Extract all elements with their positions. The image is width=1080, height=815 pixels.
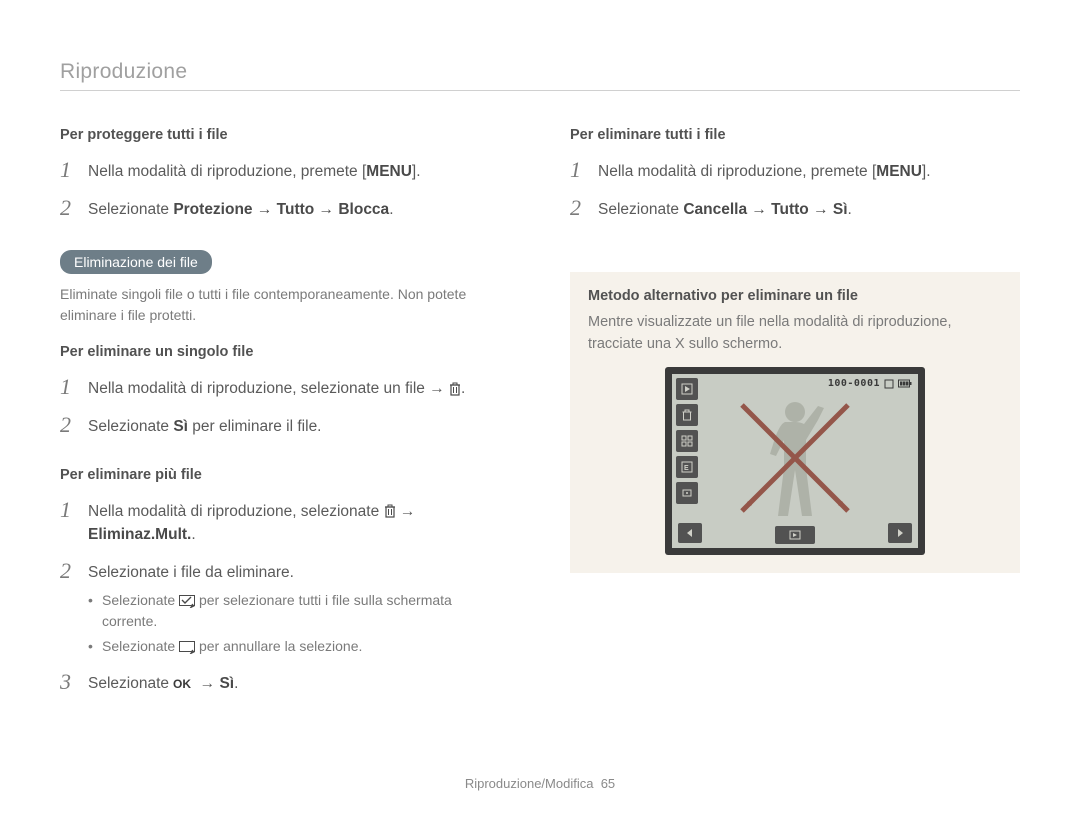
text: . bbox=[848, 201, 852, 218]
delete-files-section: Eliminazione dei file Eliminate singoli … bbox=[60, 250, 510, 326]
step-text: Selezionate Protezione → Tutto → Blocca. bbox=[88, 195, 394, 221]
delete-single-step-1: 1 Nella modalità di riproduzione, selezi… bbox=[60, 374, 510, 400]
battery-icon bbox=[898, 379, 912, 388]
delete-multi-step-3: 3 Selezionate OK → Sì. bbox=[60, 669, 510, 695]
bullet-item: • Selezionate per selezionare tutti i fi… bbox=[88, 590, 510, 632]
memory-icon bbox=[884, 379, 894, 389]
step-text: Selezionate OK → Sì. bbox=[88, 669, 238, 695]
page-footer: Riproduzione/Modifica 65 bbox=[0, 776, 1080, 791]
edit-icon[interactable]: E bbox=[676, 456, 698, 478]
text: Nella modalità di riproduzione, premete … bbox=[598, 163, 876, 180]
bullets: • Selezionate per selezionare tutti i fi… bbox=[88, 590, 510, 657]
text: → bbox=[396, 503, 416, 520]
multi-delete-label: Eliminaz.Mult. bbox=[88, 526, 191, 543]
text: Selezionate bbox=[88, 418, 173, 435]
page-title: Riproduzione bbox=[60, 60, 1020, 91]
step-text: Nella modalità di riproduzione, selezion… bbox=[88, 497, 415, 547]
step-text: Nella modalità di riproduzione, premete … bbox=[88, 157, 421, 183]
play-icon[interactable] bbox=[676, 378, 698, 400]
text: . bbox=[389, 201, 393, 218]
text: → bbox=[195, 675, 219, 692]
delete-all-step-1: 1 Nella modalità di riproduzione, premet… bbox=[570, 157, 1020, 183]
right-column: Per eliminare tutti i file 1 Nella modal… bbox=[570, 127, 1020, 708]
svg-text:E: E bbox=[684, 465, 689, 472]
text: Selezionate bbox=[88, 201, 173, 218]
left-column: Per proteggere tutti i file 1 Nella moda… bbox=[60, 127, 510, 708]
menu-label: MENU bbox=[366, 163, 412, 180]
content-columns: Per proteggere tutti i file 1 Nella moda… bbox=[60, 127, 1020, 708]
grid-icon[interactable] bbox=[676, 430, 698, 452]
alt-method-heading: Metodo alternativo per eliminare un file bbox=[588, 288, 1002, 304]
text: per eliminare il file. bbox=[188, 418, 322, 435]
step-text: Selezionate Cancella → Tutto → Sì. bbox=[598, 195, 852, 221]
step-text: Selezionate i file da eliminare. bbox=[88, 558, 294, 584]
text: Selezionate bbox=[102, 638, 179, 654]
delete-single-step-2: 2 Selezionate Sì per eliminare il file. bbox=[60, 412, 510, 438]
text: ]. bbox=[922, 163, 931, 180]
text: . bbox=[234, 675, 238, 692]
step-number: 1 bbox=[60, 497, 88, 523]
yes-label: Sì bbox=[219, 675, 234, 692]
camera-screen: 100-0001 E bbox=[665, 367, 925, 555]
menu-label: MENU bbox=[876, 163, 922, 180]
bullet-dot: • bbox=[88, 636, 102, 657]
x-gesture bbox=[730, 393, 860, 523]
bullet-dot: • bbox=[88, 590, 102, 632]
trash-icon bbox=[384, 504, 396, 518]
home-button[interactable] bbox=[775, 526, 815, 544]
delete-all-step-2: 2 Selezionate Cancella → Tutto → Sì. bbox=[570, 195, 1020, 221]
step-number: 1 bbox=[60, 157, 88, 183]
step-text: Nella modalità di riproduzione, premete … bbox=[598, 157, 931, 183]
ok-icon: OK bbox=[173, 678, 195, 690]
step-number: 2 bbox=[60, 558, 88, 584]
text: Selezionate bbox=[102, 592, 179, 608]
text: Nella modalità di riproduzione, selezion… bbox=[88, 503, 384, 520]
protect-all-heading: Per proteggere tutti i file bbox=[60, 127, 510, 143]
svg-text:OK: OK bbox=[173, 678, 191, 690]
step-number: 2 bbox=[60, 412, 88, 438]
text: ]. bbox=[412, 163, 421, 180]
delete-multi-heading: Per eliminare più file bbox=[60, 467, 510, 483]
slideshow-icon[interactable] bbox=[676, 482, 698, 504]
select-all-icon bbox=[179, 595, 195, 608]
text: Selezionate bbox=[598, 201, 683, 218]
protect-step-1: 1 Nella modalità di riproduzione, premet… bbox=[60, 157, 510, 183]
step-text: Nella modalità di riproduzione, selezion… bbox=[88, 374, 465, 400]
delete-single-heading: Per eliminare un singolo file bbox=[60, 344, 510, 360]
protect-step-2: 2 Selezionate Protezione → Tutto → Blocc… bbox=[60, 195, 510, 221]
prev-button[interactable] bbox=[678, 523, 702, 543]
delete-files-pill: Eliminazione dei file bbox=[60, 250, 212, 274]
step-text: Selezionate Sì per eliminare il file. bbox=[88, 412, 322, 438]
path-label: Protezione → Tutto → Blocca bbox=[173, 201, 389, 218]
alt-method-text: Mentre visualizzate un file nella modali… bbox=[588, 312, 1002, 356]
text: Nella modalità di riproduzione, premete … bbox=[88, 163, 366, 180]
delete-all-heading: Per eliminare tutti i file bbox=[570, 127, 1020, 143]
trash-icon[interactable] bbox=[676, 404, 698, 426]
text: . bbox=[191, 526, 195, 543]
delete-multi-step-1: 1 Nella modalità di riproduzione, selezi… bbox=[60, 497, 510, 547]
text: Selezionate bbox=[88, 675, 173, 692]
text: Nella modalità di riproduzione, selezion… bbox=[88, 380, 449, 397]
step-number: 2 bbox=[570, 195, 598, 221]
next-button[interactable] bbox=[888, 523, 912, 543]
step-number: 1 bbox=[570, 157, 598, 183]
alternative-method-box: Metodo alternativo per eliminare un file… bbox=[570, 272, 1020, 574]
file-number: 100-0001 bbox=[828, 378, 880, 389]
step-number: 1 bbox=[60, 374, 88, 400]
path-label: Cancella → Tutto → Sì bbox=[683, 201, 847, 218]
delete-multi-step-2: 2 Selezionate i file da eliminare. bbox=[60, 558, 510, 584]
screen-sidebar: E bbox=[676, 378, 698, 504]
step-number: 2 bbox=[60, 195, 88, 221]
delete-files-description: Eliminate singoli file o tutti i file co… bbox=[60, 284, 510, 326]
screen-topbar: 100-0001 bbox=[828, 378, 912, 389]
text: per annullare la selezione. bbox=[195, 638, 362, 654]
footer-section: Riproduzione/Modifica bbox=[465, 776, 594, 791]
page-number: 65 bbox=[601, 776, 615, 791]
step-number: 3 bbox=[60, 669, 88, 695]
deselect-icon bbox=[179, 641, 195, 654]
bullet-item: • Selezionate per annullare la selezione… bbox=[88, 636, 510, 657]
trash-icon bbox=[449, 382, 461, 396]
camera-screen-inner: 100-0001 E bbox=[672, 374, 918, 548]
yes-label: Sì bbox=[173, 418, 188, 435]
